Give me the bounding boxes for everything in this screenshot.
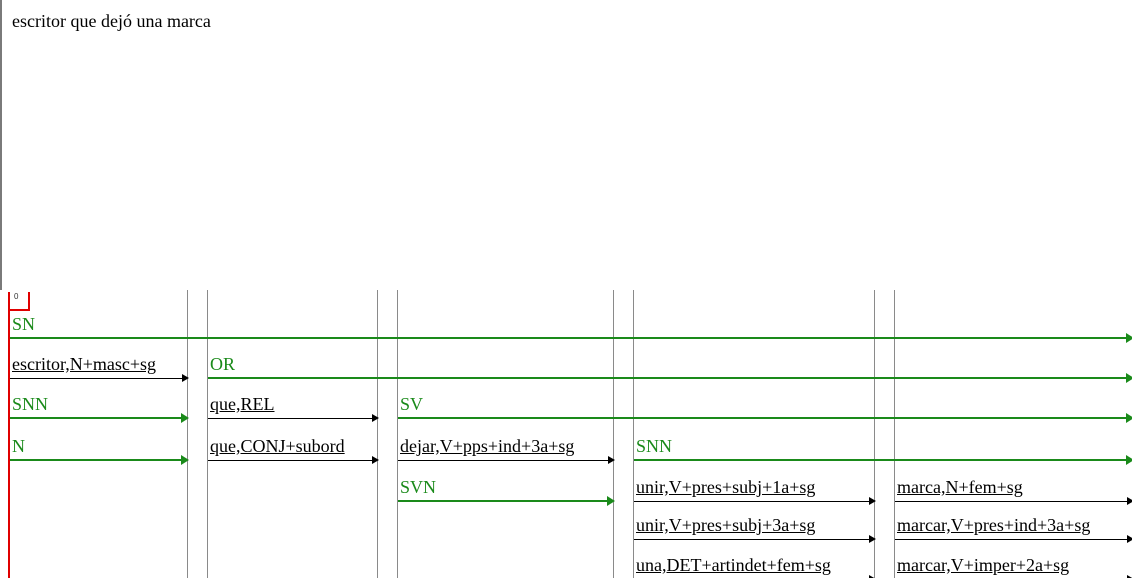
arrow-icon [608,456,615,464]
edge-line [10,378,187,379]
arrow-icon [181,455,189,465]
edge-line [634,459,1132,461]
arrow-icon [607,496,615,506]
edge-line [10,459,187,461]
token-edge[interactable]: que,REL [208,390,379,422]
edge-line [208,418,377,419]
token-edge[interactable]: unir,V+pres+subj+1a+sg [634,473,876,505]
token-label: escritor,N+masc+sg [12,354,157,374]
text-editor[interactable]: escritor que dejó una marca [0,0,1132,290]
edge-line [10,417,187,419]
token-label: marcar,V+imper+2a+sg [897,555,1070,575]
token-edge[interactable]: SV [398,390,1132,423]
edge-line [208,377,1132,379]
token-edge[interactable]: SNN [634,432,1132,465]
edge-line [10,337,1132,339]
token-label: unir,V+pres+subj+3a+sg [636,515,816,535]
edge-line [634,501,874,502]
token-label: marcar,V+pres+ind+3a+sg [897,515,1091,535]
token-edge[interactable]: SN [10,310,1132,343]
token-label: SN [12,314,36,334]
token-label: que,REL [210,394,275,414]
token-label: OR [210,354,236,374]
arrow-icon [1126,373,1132,383]
arrow-icon [181,413,189,423]
token-label: SV [400,394,424,414]
token-edge[interactable]: SNN [10,390,189,423]
token-edge[interactable]: SVN [398,473,615,506]
arrow-icon [182,374,189,382]
arrow-icon [1126,333,1132,343]
analysis-panel: 0 SN escritor,N+masc+sg OR SNN que,REL S… [0,290,1132,578]
token-edge[interactable]: dejar,V+pps+ind+3a+sg [398,432,615,464]
token-label: que,CONJ+subord [210,436,345,456]
token-edge[interactable]: que,CONJ+subord [208,432,379,464]
token-edge[interactable]: marcar,V+imper+2a+sg [895,551,1132,578]
arrow-icon [1126,413,1132,423]
token-edge[interactable]: unir,V+pres+subj+3a+sg [634,511,876,543]
arrow-icon [372,414,379,422]
token-label: N [12,436,25,456]
edge-line [895,539,1132,540]
token-label: SNN [636,436,673,456]
arrow-icon [372,456,379,464]
arrow-icon [869,497,876,505]
edge-line [634,539,874,540]
token-edge[interactable]: una,DET+artindet+fem+sg [634,551,876,578]
arrow-icon [1127,497,1132,505]
sentence-text[interactable]: escritor que dejó una marca [12,10,211,32]
token-label: marca,N+fem+sg [897,477,1023,497]
token-edge[interactable]: marca,N+fem+sg [895,473,1132,505]
state-index-box[interactable]: 0 [8,292,30,311]
arrow-icon [1127,535,1132,543]
edge-line [398,417,1132,419]
arrow-icon [869,535,876,543]
token-label: SNN [12,394,49,414]
token-edge[interactable]: escritor,N+masc+sg [10,350,189,382]
edge-line [895,501,1132,502]
token-edge[interactable]: OR [208,350,1132,383]
token-edge[interactable]: N [10,432,189,465]
token-label: unir,V+pres+subj+1a+sg [636,477,816,497]
token-label: dejar,V+pps+ind+3a+sg [400,436,575,456]
state-index: 0 [14,292,19,301]
arrow-icon [1126,455,1132,465]
token-label: SVN [400,477,437,497]
token-edge[interactable]: marcar,V+pres+ind+3a+sg [895,511,1132,543]
edge-line [398,500,613,502]
token-label: una,DET+artindet+fem+sg [636,555,831,575]
edge-line [398,460,613,461]
edge-line [208,460,377,461]
